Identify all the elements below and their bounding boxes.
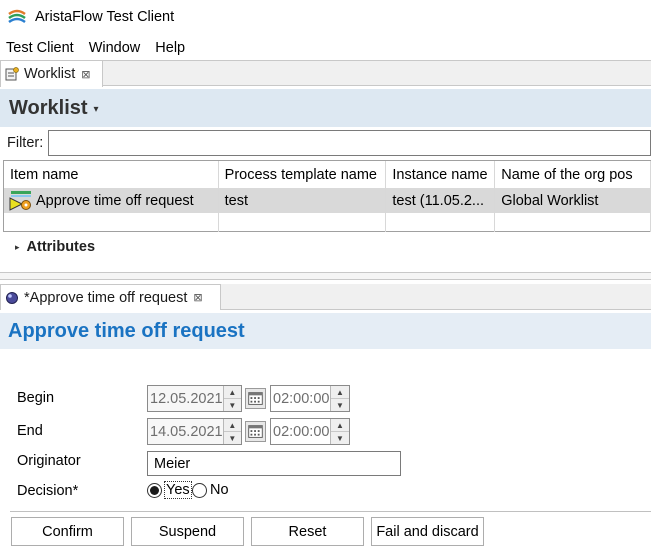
spin-down-icon[interactable]: ▼ bbox=[223, 398, 241, 411]
originator-input[interactable] bbox=[147, 451, 401, 476]
end-time-value: 02:00:00 bbox=[273, 423, 330, 440]
menu-window[interactable]: Window bbox=[89, 40, 141, 56]
worklist-header: Worklist ▾ bbox=[0, 89, 651, 127]
cell-item-name: Approve time off request bbox=[4, 188, 219, 213]
editor-tabbar: *Approve time off request ⊠ bbox=[0, 284, 651, 310]
confirm-button[interactable]: Confirm bbox=[11, 517, 124, 546]
begin-time-spinner[interactable]: ▲ ▼ bbox=[330, 386, 349, 411]
calendar-icon[interactable] bbox=[245, 388, 266, 409]
tab-worklist-label: Worklist bbox=[24, 66, 76, 82]
begin-label: Begin bbox=[17, 390, 55, 406]
aristaflow-logo-icon bbox=[8, 9, 26, 24]
table-empty-row bbox=[4, 213, 651, 232]
work-item-icon bbox=[9, 190, 31, 211]
column-header-instance-name[interactable]: Instance name bbox=[386, 161, 496, 188]
spin-up-icon[interactable]: ▲ bbox=[331, 386, 349, 398]
calendar-icon[interactable] bbox=[245, 421, 266, 442]
cell-item-name-text: Approve time off request bbox=[36, 192, 194, 209]
form-header: Approve time off request bbox=[0, 313, 651, 349]
chevron-down-icon[interactable]: ▾ bbox=[94, 104, 99, 115]
pane-splitter[interactable] bbox=[0, 272, 651, 280]
spin-down-icon[interactable]: ▼ bbox=[223, 431, 241, 444]
end-time-spinner[interactable]: ▲ ▼ bbox=[330, 419, 349, 444]
menu-test-client[interactable]: Test Client bbox=[6, 40, 74, 56]
chevron-right-icon: ▸ bbox=[15, 241, 20, 252]
column-header-org-pos[interactable]: Name of the org pos bbox=[495, 161, 651, 188]
end-date-spinner[interactable]: ▲ ▼ bbox=[222, 419, 241, 444]
tab-approve-time-off[interactable]: *Approve time off request ⊠ bbox=[0, 284, 221, 310]
attributes-expander[interactable]: ▸ Attributes bbox=[0, 234, 651, 260]
worklist-table: Item name Process template name Instance… bbox=[3, 160, 651, 232]
decision-yes-radio[interactable]: Yes bbox=[147, 481, 192, 499]
reset-button[interactable]: Reset bbox=[251, 517, 364, 546]
worklist-view-tabbar: Worklist ⊠ bbox=[0, 60, 651, 87]
filter-row: Filter: bbox=[0, 130, 651, 156]
attributes-label: Attributes bbox=[26, 239, 96, 255]
radio-unselected-icon bbox=[192, 482, 207, 498]
end-label: End bbox=[17, 423, 43, 439]
spin-down-icon[interactable]: ▼ bbox=[331, 398, 349, 411]
tab-approve-time-off-label: *Approve time off request bbox=[24, 289, 188, 306]
close-icon[interactable]: ⊠ bbox=[81, 68, 90, 81]
filter-input[interactable] bbox=[48, 130, 651, 156]
end-date-value: 14.05.2021 bbox=[150, 423, 223, 440]
table-header: Item name Process template name Instance… bbox=[4, 161, 651, 188]
begin-time-value: 02:00:00 bbox=[273, 390, 330, 407]
decision-label: Decision* bbox=[17, 483, 79, 499]
fail-and-discard-button[interactable]: Fail and discard bbox=[371, 517, 484, 546]
filter-label: Filter: bbox=[7, 135, 44, 151]
window-title: AristaFlow Test Client bbox=[35, 9, 175, 25]
form-icon bbox=[6, 291, 18, 304]
spin-up-icon[interactable]: ▲ bbox=[223, 419, 241, 431]
cell-org-pos: Global Worklist bbox=[495, 188, 651, 213]
window-titlebar: AristaFlow Test Client bbox=[0, 0, 651, 34]
menu-help[interactable]: Help bbox=[155, 40, 185, 56]
worklist-title: Worklist bbox=[9, 96, 88, 119]
decision-no-radio[interactable]: No bbox=[192, 482, 229, 498]
column-header-process-template[interactable]: Process template name bbox=[219, 161, 387, 188]
table-row[interactable]: Approve time off request test test (11.0… bbox=[4, 188, 651, 213]
cell-process-template: test bbox=[219, 188, 387, 213]
decision-yes-label: Yes bbox=[164, 481, 192, 499]
radio-selected-icon bbox=[147, 482, 162, 498]
spin-down-icon[interactable]: ▼ bbox=[331, 431, 349, 444]
begin-date-spinner[interactable]: ▲ ▼ bbox=[222, 386, 241, 411]
form-title: Approve time off request bbox=[8, 319, 245, 342]
end-date-field[interactable]: 14.05.2021 ▲ ▼ bbox=[147, 418, 242, 445]
worklist-icon bbox=[5, 67, 19, 81]
menubar: Test Client Window Help bbox=[0, 37, 200, 59]
end-time-field[interactable]: 02:00:00 ▲ ▼ bbox=[270, 418, 350, 445]
tab-worklist[interactable]: Worklist ⊠ bbox=[0, 60, 103, 87]
decision-no-label: No bbox=[210, 482, 229, 498]
spin-up-icon[interactable]: ▲ bbox=[223, 386, 241, 398]
begin-time-field[interactable]: 02:00:00 ▲ ▼ bbox=[270, 385, 350, 412]
column-header-item-name[interactable]: Item name bbox=[4, 161, 219, 188]
begin-date-field[interactable]: 12.05.2021 ▲ ▼ bbox=[147, 385, 242, 412]
suspend-button[interactable]: Suspend bbox=[131, 517, 244, 546]
cell-instance-name: test (11.05.2... bbox=[386, 188, 496, 213]
close-icon[interactable]: ⊠ bbox=[193, 291, 202, 304]
button-separator bbox=[10, 511, 651, 512]
begin-date-value: 12.05.2021 bbox=[150, 390, 223, 407]
spin-up-icon[interactable]: ▲ bbox=[331, 419, 349, 431]
originator-label: Originator bbox=[17, 453, 81, 469]
